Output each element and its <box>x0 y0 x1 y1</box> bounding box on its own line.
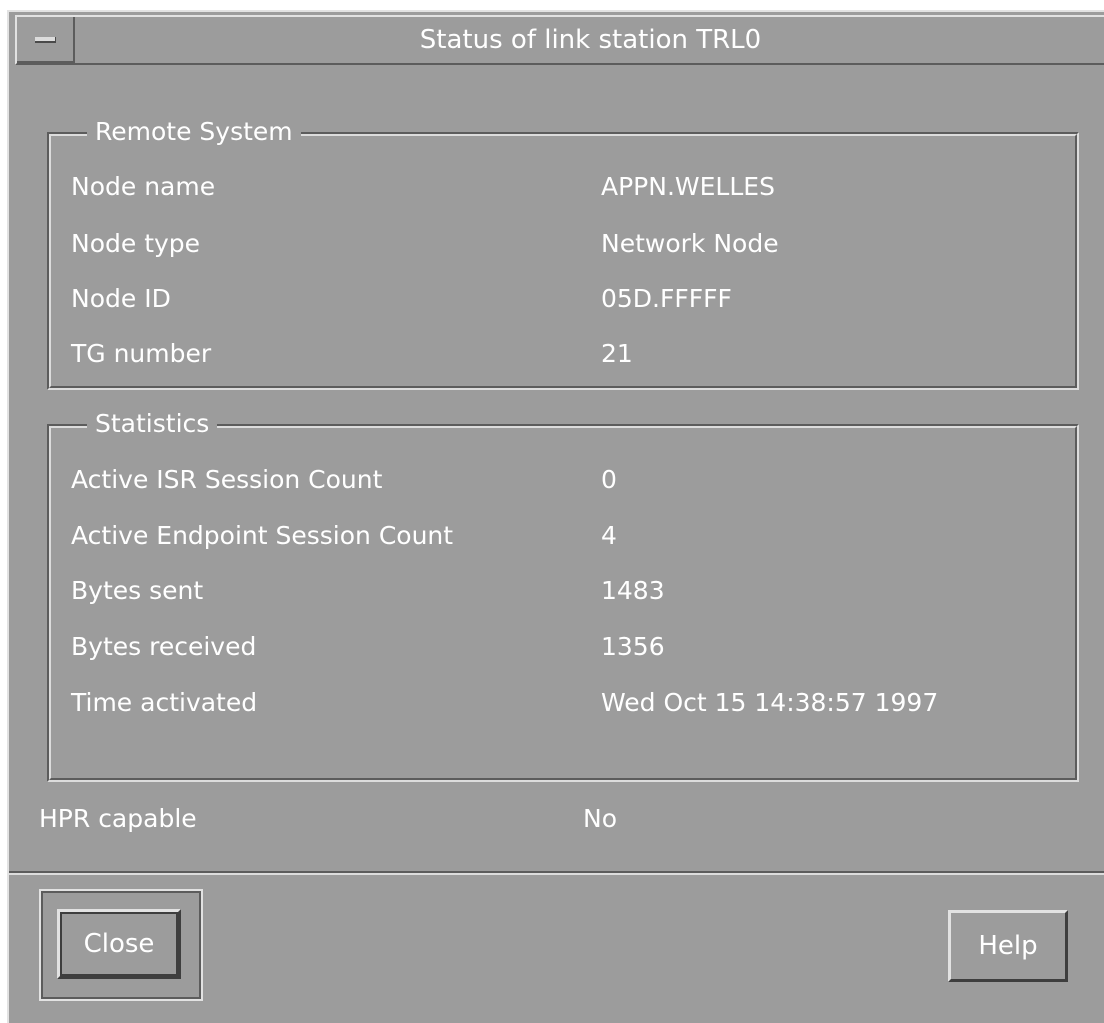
bytes-received-label: Bytes received <box>71 632 257 661</box>
time-activated-label: Time activated <box>71 688 258 717</box>
remote-system-group-title: Remote System <box>87 114 301 150</box>
window-menu-button[interactable] <box>17 17 75 63</box>
help-button[interactable]: Help <box>948 910 1068 982</box>
close-button[interactable]: Close <box>57 909 181 979</box>
hpr-capable-label: HPR capable <box>39 804 197 833</box>
bytes-sent-label: Bytes sent <box>71 576 204 605</box>
statistics-group: Statistics Active ISR Session Count 0 Ac… <box>47 406 1079 782</box>
remote-system-group: Remote System Node name APPN.WELLES Node… <box>47 114 1079 390</box>
time-activated-value: Wed Oct 15 14:38:57 1997 <box>601 688 939 717</box>
bytes-sent-value: 1483 <box>601 576 665 605</box>
node-name-label: Node name <box>71 172 216 201</box>
node-type-value: Network Node <box>601 229 779 258</box>
node-name-value: APPN.WELLES <box>601 172 775 201</box>
node-id-label: Node ID <box>71 284 171 313</box>
node-type-label: Node type <box>71 229 201 258</box>
endpoint-count-label: Active Endpoint Session Count <box>71 521 454 550</box>
tg-number-label: TG number <box>71 339 212 368</box>
node-id-value: 05D.FFFFF <box>601 284 732 313</box>
endpoint-count-value: 4 <box>601 521 617 550</box>
tg-number-value: 21 <box>601 339 633 368</box>
isr-count-value: 0 <box>601 465 617 494</box>
status-dialog-window: Status of link station TRL0 Remote Syste… <box>7 10 1104 1023</box>
button-area-separator <box>9 871 1104 875</box>
window-title: Status of link station TRL0 <box>419 25 762 55</box>
close-button-default-ring: Close <box>39 889 203 1001</box>
hpr-capable-value: No <box>583 804 617 833</box>
isr-count-label: Active ISR Session Count <box>71 465 383 494</box>
title-bar[interactable]: Status of link station TRL0 <box>15 15 1104 65</box>
bytes-received-value: 1356 <box>601 632 665 661</box>
dialog-content: Remote System Node name APPN.WELLES Node… <box>9 67 1104 1023</box>
statistics-group-title: Statistics <box>87 406 218 442</box>
window-menu-icon <box>35 37 56 43</box>
